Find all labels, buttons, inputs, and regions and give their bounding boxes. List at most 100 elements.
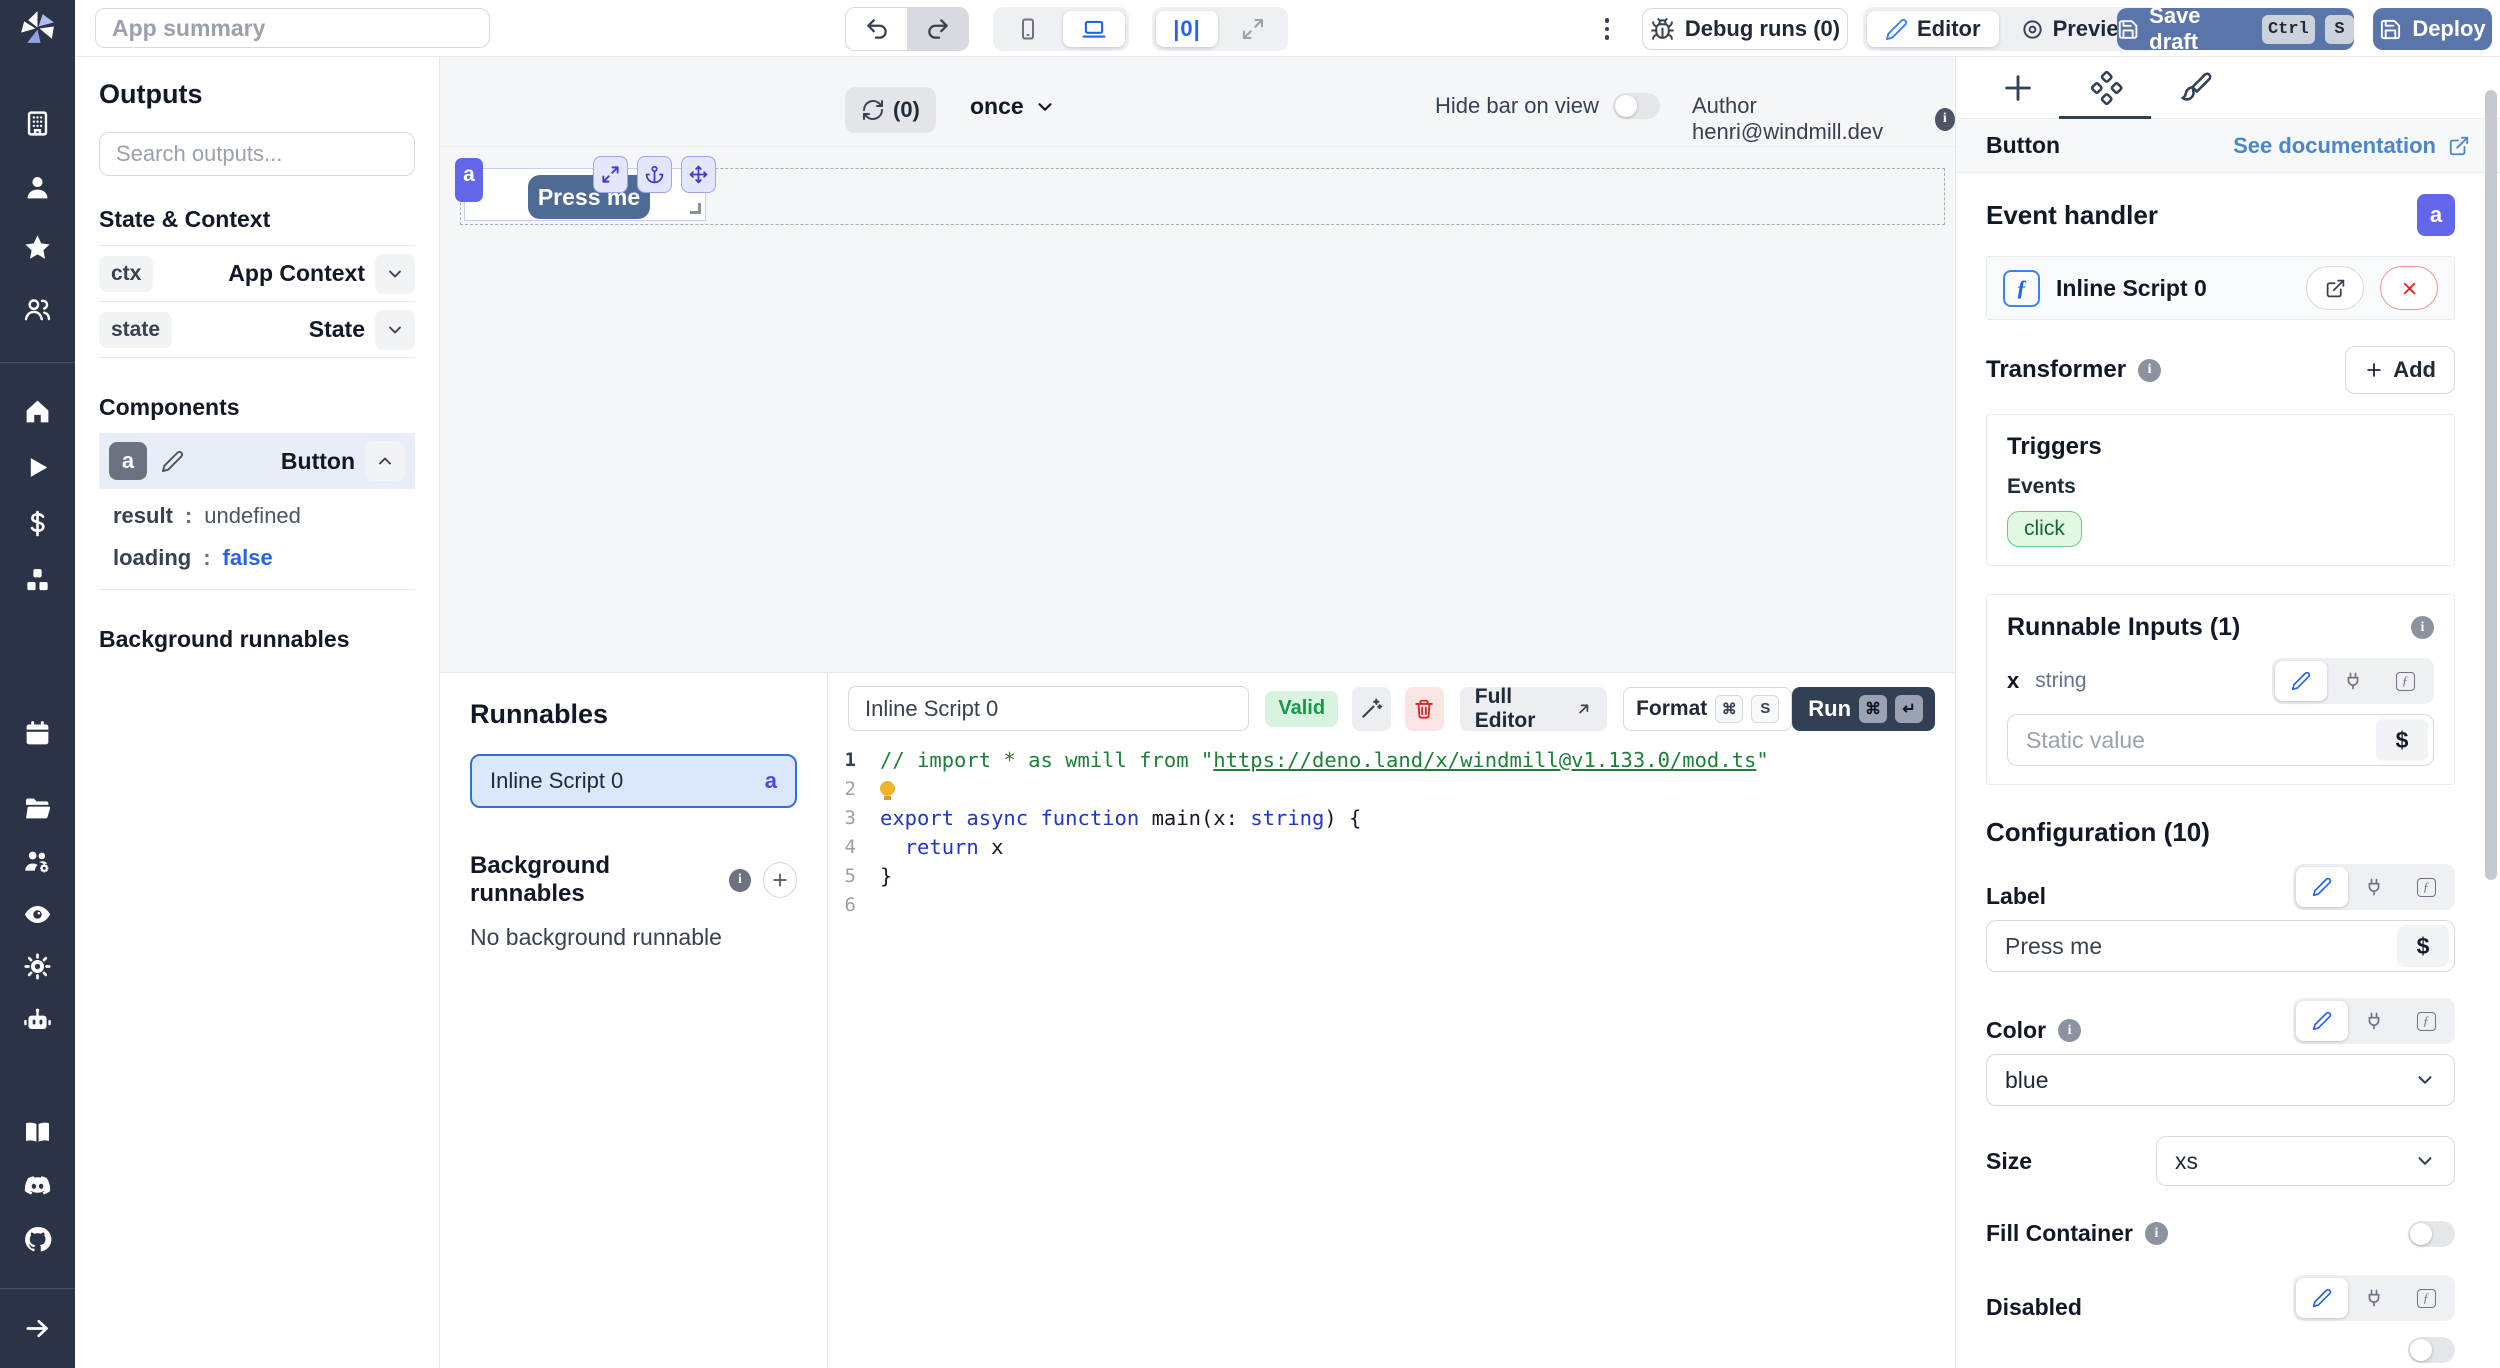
workspace-icon[interactable]: [23, 109, 52, 138]
windmill-logo-icon[interactable]: [17, 8, 58, 49]
delete-script-button[interactable]: [1405, 687, 1444, 731]
component-settings-tab[interactable]: [2089, 71, 2123, 105]
editor-tab[interactable]: Editor: [1867, 11, 1999, 47]
ai-robot-icon[interactable]: [23, 1006, 52, 1035]
eval-mode-button[interactable]: ƒ: [2400, 1001, 2452, 1041]
groups-workers-icon[interactable]: [23, 847, 52, 876]
runnable-inputs-info-icon[interactable]: i: [2411, 616, 2434, 639]
editor-preview-group: Editor Preview: [1863, 7, 2158, 51]
add-transformer-button[interactable]: Add: [2345, 346, 2455, 394]
component-a-header[interactable]: a Button: [99, 433, 415, 489]
variables-dollar-icon[interactable]: [23, 509, 52, 538]
expand-handle-button[interactable]: [593, 156, 628, 193]
scrollbar-thumb[interactable]: [2485, 90, 2497, 880]
press-me-button[interactable]: Press me: [528, 175, 650, 219]
eval-mode-button[interactable]: ƒ: [2400, 867, 2452, 907]
ai-wand-button[interactable]: [1352, 687, 1391, 731]
undo-button[interactable]: [846, 8, 907, 50]
remove-script-button[interactable]: [2380, 266, 2438, 310]
static-value-input[interactable]: Static value $: [2007, 714, 2434, 766]
static-mode-button[interactable]: [2275, 661, 2327, 701]
redo-button[interactable]: [907, 8, 968, 50]
desktop-view-button[interactable]: [1063, 11, 1125, 47]
save-draft-button[interactable]: Save draft Ctrl S: [2117, 8, 2354, 50]
connect-mode-button[interactable]: [2327, 661, 2379, 701]
schedules-calendar-icon[interactable]: [23, 719, 52, 748]
refresh-runnables-button[interactable]: (0): [845, 87, 936, 133]
resize-handle[interactable]: [690, 203, 701, 214]
runnables-title: Runnables: [470, 699, 797, 730]
app-summary-input[interactable]: [95, 8, 490, 48]
folders-icon[interactable]: [23, 794, 52, 823]
users-icon[interactable]: [23, 295, 52, 324]
search-outputs-input[interactable]: [99, 132, 415, 176]
full-editor-button[interactable]: Full Editor: [1460, 687, 1607, 731]
connect-mode-button[interactable]: [2348, 1001, 2400, 1041]
home-icon[interactable]: [23, 397, 52, 426]
kbd-cmd: ⌘: [1859, 695, 1887, 723]
fullwidth-button[interactable]: [1222, 11, 1284, 47]
settings-gear-icon[interactable]: [23, 952, 52, 981]
static-mode-button[interactable]: [2296, 867, 2348, 907]
script-name-input[interactable]: [848, 686, 1249, 731]
state-expand-button[interactable]: [375, 310, 415, 350]
component-collapse-button[interactable]: [365, 441, 405, 481]
docs-book-icon[interactable]: [23, 1118, 52, 1147]
star-icon[interactable]: [23, 233, 52, 262]
github-icon[interactable]: [23, 1225, 52, 1254]
fill-container-info-icon[interactable]: i: [2145, 1222, 2168, 1245]
move-handle-button[interactable]: [681, 156, 716, 193]
template-dollar-button[interactable]: $: [2376, 719, 2428, 761]
disabled-toggle[interactable]: [2408, 1337, 2455, 1363]
code-lines[interactable]: 1// import * as wmill from "https://deno…: [828, 745, 1955, 919]
add-background-runnable-button[interactable]: [763, 862, 797, 898]
rename-pencil-icon[interactable]: [161, 450, 184, 473]
refresh-mode-select[interactable]: once: [970, 93, 1056, 120]
user-icon[interactable]: [23, 173, 52, 202]
open-script-button[interactable]: [2306, 266, 2364, 310]
mobile-view-button[interactable]: [997, 11, 1059, 47]
center-align-button[interactable]: |0|: [1156, 11, 1218, 47]
top-toolbar: |0| Debug runs (0) Editor Preview Save d…: [75, 0, 2500, 57]
size-select[interactable]: xs: [2156, 1136, 2455, 1186]
more-menu-button[interactable]: [1596, 12, 1618, 46]
format-button[interactable]: Format ⌘ S: [1623, 687, 1792, 731]
transformer-info-icon[interactable]: i: [2138, 359, 2161, 382]
static-mode-button[interactable]: [2296, 1001, 2348, 1041]
hide-bar-toggle[interactable]: [1613, 93, 1660, 119]
runnables-panel: Runnables Inline Script 0 a Background r…: [440, 672, 828, 1368]
run-button[interactable]: Run ⌘ ↵: [1792, 687, 1935, 731]
static-mode-button[interactable]: [2296, 1278, 2348, 1318]
eval-mode-button[interactable]: ƒ: [2379, 661, 2431, 701]
connect-mode-button[interactable]: [2348, 867, 2400, 907]
audit-eye-icon[interactable]: [23, 900, 52, 929]
styling-tab[interactable]: [2179, 71, 2213, 105]
deploy-button[interactable]: Deploy: [2373, 8, 2492, 50]
app-canvas[interactable]: (0) once Hide bar on view Author henri@w…: [440, 57, 1955, 672]
state-row[interactable]: state State: [99, 302, 415, 358]
save-icon: [2117, 18, 2139, 41]
inline-script-item[interactable]: Inline Script 0 a: [470, 754, 797, 808]
debug-runs-button[interactable]: Debug runs (0): [1642, 8, 1848, 50]
fill-container-toggle[interactable]: [2408, 1221, 2455, 1247]
ctx-row[interactable]: ctx App Context: [99, 246, 415, 302]
collapse-arrow-right-icon[interactable]: [23, 1314, 52, 1343]
label-value-input[interactable]: Press me $: [1986, 920, 2455, 972]
connect-mode-button[interactable]: [2348, 1278, 2400, 1318]
see-documentation-link[interactable]: See documentation: [2233, 133, 2470, 159]
color-info-icon[interactable]: i: [2058, 1019, 2081, 1042]
background-info-icon[interactable]: i: [729, 869, 751, 892]
anchor-handle-button[interactable]: [637, 156, 672, 193]
eval-mode-button[interactable]: ƒ: [2400, 1278, 2452, 1318]
pencil-icon: [2312, 877, 2332, 897]
function-icon: ƒ: [2417, 1289, 2436, 1308]
insert-component-tab[interactable]: [2001, 71, 2035, 105]
resources-cubes-icon[interactable]: [23, 566, 52, 595]
size-field-title: Size: [1986, 1148, 2156, 1175]
discord-icon[interactable]: [23, 1171, 52, 1200]
template-dollar-button[interactable]: $: [2397, 925, 2449, 967]
ctx-expand-button[interactable]: [375, 254, 415, 294]
runs-play-icon[interactable]: [23, 453, 52, 482]
color-select[interactable]: blue: [1986, 1054, 2455, 1106]
author-info-icon[interactable]: i: [1935, 108, 1955, 131]
